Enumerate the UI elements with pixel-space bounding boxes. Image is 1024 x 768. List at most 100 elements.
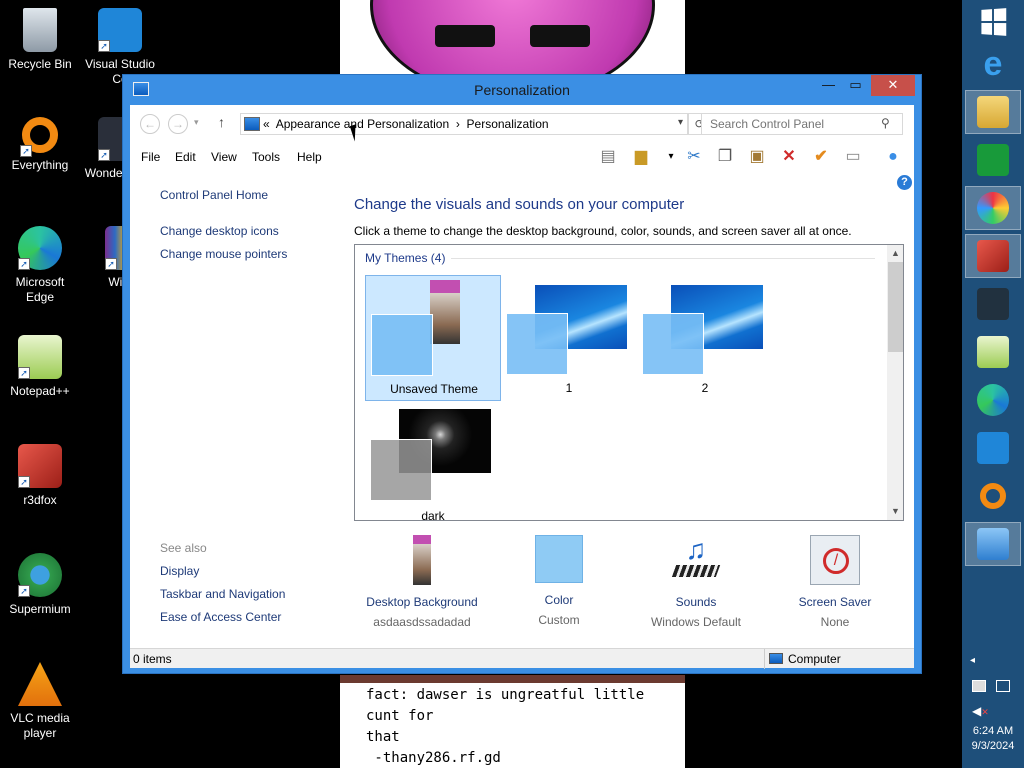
globe-icon[interactable]: ● — [882, 147, 904, 167]
delete-icon[interactable]: ✕ — [778, 147, 800, 167]
close-button[interactable]: ✕ — [871, 75, 915, 96]
network-icon[interactable] — [972, 680, 986, 692]
address-dropdown-icon[interactable]: ▾ — [678, 117, 683, 128]
desktop-background-item[interactable]: Desktop Background asdaasdssadadad — [357, 535, 487, 629]
theme-2[interactable]: 2 — [637, 275, 773, 401]
taskbar-file-explorer[interactable] — [965, 90, 1021, 134]
link-change-desktop-icons[interactable]: Change desktop icons — [160, 224, 279, 238]
theme-unsaved[interactable]: Unsaved Theme — [365, 275, 501, 401]
maximize-button[interactable]: ▭ — [842, 75, 869, 96]
search-icon[interactable]: ⚲ — [881, 116, 890, 130]
desktop-background-label[interactable]: Desktop Background — [357, 595, 487, 609]
edge-icon: ➚ — [18, 226, 62, 270]
taskbar-everything[interactable] — [965, 474, 1021, 518]
forward-button[interactable]: → — [168, 114, 188, 134]
cut-icon[interactable]: ✂ — [683, 147, 705, 167]
desktop-icon-recycle-bin[interactable]: Recycle Bin — [1, 8, 79, 72]
copy-icon[interactable]: ❐ — [714, 147, 736, 167]
taskbar-paint[interactable] — [965, 186, 1021, 230]
window-client: ← → ▾ ↑ « Appearance and Personalization… — [130, 105, 914, 669]
wallpaper-eye-left — [435, 25, 495, 47]
desktop-icon-label: Supermium — [9, 602, 71, 616]
taskbar-control-panel[interactable] — [965, 522, 1021, 566]
desktop-icon-vlc[interactable]: VLC media player — [1, 662, 79, 741]
options-dropdown-icon[interactable]: ▾ — [660, 147, 682, 167]
volume-muted-icon[interactable]: ◀✕ — [972, 704, 989, 718]
scroll-thumb[interactable] — [888, 262, 903, 352]
link-taskbar-navigation[interactable]: Taskbar and Navigation — [160, 587, 285, 601]
address-bar[interactable]: « Appearance and Personalization › Perso… — [240, 113, 688, 135]
start-button[interactable] — [965, 0, 1021, 44]
link-display[interactable]: Display — [160, 564, 199, 578]
edge-icon — [977, 384, 1009, 416]
clock-date: 9/3/2024 — [971, 740, 1015, 752]
desktop-icon-notepadpp[interactable]: ➚ Notepad++ — [1, 335, 79, 399]
breadcrumb-separator[interactable]: › — [456, 117, 460, 131]
properties-icon[interactable]: ✔ — [810, 147, 832, 167]
status-location: Computer — [788, 652, 841, 666]
up-button[interactable]: ↑ — [218, 114, 225, 130]
taskbar-store[interactable] — [965, 138, 1021, 182]
screen-saver-label[interactable]: Screen Saver — [770, 595, 900, 609]
breadcrumb-overflow[interactable]: « — [263, 117, 270, 131]
menu-view[interactable]: View — [211, 150, 237, 164]
help-icon[interactable]: ? — [897, 175, 912, 190]
minimize-button[interactable]: — — [815, 75, 842, 96]
screen-saver-item[interactable]: / Screen Saver None — [770, 535, 900, 629]
search-input[interactable] — [701, 113, 903, 135]
sounds-item[interactable]: ♫ Sounds Windows Default — [631, 535, 761, 630]
folder-options-icon[interactable]: ▆ — [630, 147, 652, 167]
link-ease-of-access[interactable]: Ease of Access Center — [160, 610, 281, 624]
menu-file[interactable]: File — [141, 150, 160, 164]
personalization-window: Personalization — ▭ ✕ ← → ▾ ↑ « Appearan… — [122, 74, 922, 674]
tray-expand-icon[interactable]: ◂ — [970, 655, 975, 666]
taskbar-edge[interactable] — [965, 378, 1021, 422]
desktop-icon-edge[interactable]: ➚ Microsoft Edge — [1, 226, 79, 305]
everything-icon: ➚ — [20, 117, 58, 157]
link-change-mouse-pointers[interactable]: Change mouse pointers — [160, 247, 287, 261]
sounds-icon: ♫ — [671, 535, 721, 585]
menu-tools[interactable]: Tools — [252, 150, 280, 164]
notepadpp-icon: ➚ — [18, 335, 62, 379]
rename-icon[interactable]: ▭ — [842, 147, 864, 167]
action-center-icon[interactable] — [996, 680, 1010, 692]
recycle-bin-icon — [23, 8, 57, 52]
taskbar-ie[interactable]: e — [965, 42, 1021, 86]
themes-list: My Themes (4) Unsaved Theme 1 2 dark ▲ ▼ — [354, 244, 904, 521]
paste-icon[interactable]: ▣ — [746, 147, 768, 167]
address-row: ← → ▾ ↑ « Appearance and Personalization… — [130, 105, 914, 143]
themes-scrollbar[interactable]: ▲ ▼ — [887, 245, 903, 520]
taskbar-notepadpp[interactable] — [965, 330, 1021, 374]
theme-caption: 1 — [565, 381, 573, 395]
color-label[interactable]: Color — [494, 593, 624, 607]
desktop-icon-supermium[interactable]: ➚ Supermium — [1, 553, 79, 617]
desktop-icon-everything[interactable]: ➚ Everything — [1, 117, 79, 173]
theme-thumbnail — [430, 280, 460, 344]
scroll-up-icon[interactable]: ▲ — [887, 248, 903, 258]
layout-icon[interactable]: ▤ — [597, 147, 619, 167]
taskbar-r3dfox[interactable] — [965, 234, 1021, 278]
theme-dark[interactable]: dark — [365, 409, 501, 520]
theme-1[interactable]: 1 — [501, 275, 637, 401]
theme-color-swatch — [370, 439, 432, 501]
sounds-label[interactable]: Sounds — [631, 595, 761, 609]
breadcrumb-personalization[interactable]: Personalization — [467, 117, 549, 131]
color-item[interactable]: Color Custom — [494, 535, 624, 627]
desktop-icon-label: Recycle Bin — [8, 57, 72, 71]
recent-dropdown-icon[interactable]: ▾ — [194, 117, 199, 128]
taskbar-wondershare[interactable] — [965, 282, 1021, 326]
back-button[interactable]: ← — [140, 114, 160, 134]
clock[interactable]: 6:24 AM 9/3/2024 — [962, 724, 1024, 754]
color-swatch-icon — [535, 535, 583, 583]
menu-edit[interactable]: Edit — [175, 150, 196, 164]
scroll-down-icon[interactable]: ▼ — [887, 506, 903, 516]
everything-icon — [980, 483, 1006, 509]
desktop-icon-r3dfox[interactable]: ➚ r3dfox — [1, 444, 79, 508]
page-title: Change the visuals and sounds on your co… — [354, 196, 685, 213]
vscode-icon — [977, 432, 1009, 464]
title-bar[interactable]: Personalization — ▭ ✕ — [123, 75, 921, 105]
taskbar-vscode[interactable] — [965, 426, 1021, 470]
clock-time: 6:24 AM — [972, 725, 1014, 737]
menu-help[interactable]: Help — [297, 150, 322, 164]
link-control-panel-home[interactable]: Control Panel Home — [160, 188, 268, 202]
